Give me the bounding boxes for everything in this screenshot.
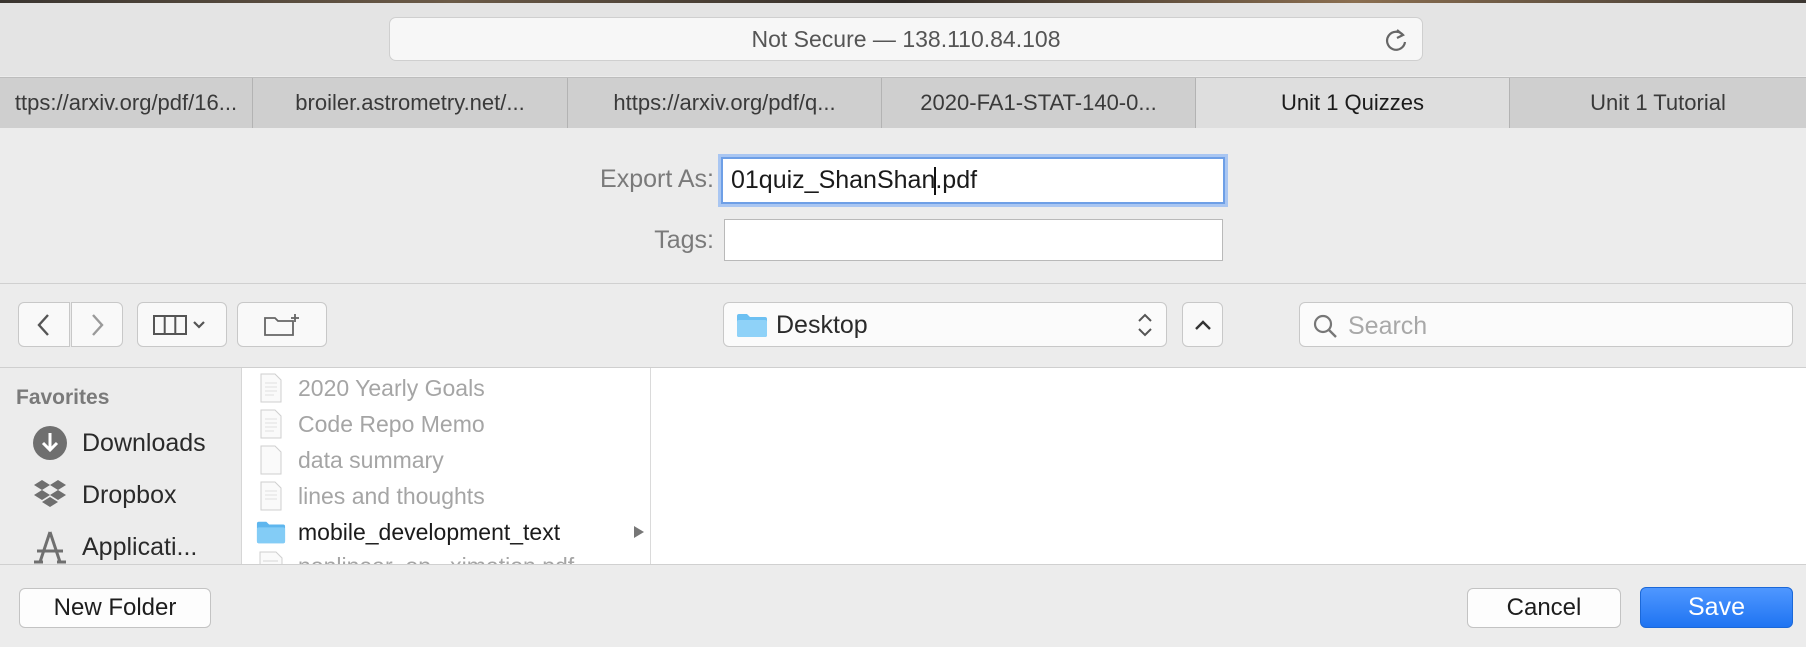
view-mode-button[interactable] <box>137 302 227 347</box>
list-item-folder[interactable]: mobile_development_text <box>256 514 646 550</box>
list-item[interactable]: data summary <box>256 442 444 478</box>
chevron-right-icon <box>92 313 104 336</box>
list-item[interactable]: Code Repo Memo <box>256 406 485 442</box>
disclosure-triangle-icon <box>634 526 644 538</box>
sidebar: Favorites Downloads Dropbox Applicati... <box>0 368 242 564</box>
location-label: Desktop <box>776 311 868 339</box>
tab-astrometry[interactable]: broiler.astrometry.net/... <box>253 78 568 128</box>
tab-label: broiler.astrometry.net/... <box>295 90 525 115</box>
back-button[interactable] <box>18 302 70 347</box>
file-column: 2020 Yearly Goals Code Repo Memo data su… <box>242 368 651 564</box>
file-name: lines and thoughts <box>298 482 485 509</box>
search-input[interactable] <box>1346 309 1780 343</box>
tab-label: https://arxiv.org/pdf/q... <box>613 90 836 115</box>
tab-label: 2020-FA1-STAT-140-0... <box>920 90 1157 115</box>
address-bar-text: Not Secure — 138.110.84.108 <box>751 25 1061 52</box>
sidebar-item-applications[interactable]: Applicati... <box>30 527 197 567</box>
pdf-icon <box>256 550 286 564</box>
tab-arxiv-1[interactable]: ttps://arxiv.org/pdf/16... <box>0 78 253 128</box>
search-field[interactable] <box>1299 302 1793 347</box>
forward-button[interactable] <box>71 302 123 347</box>
sidebar-item-label: Downloads <box>82 428 206 457</box>
tags-field[interactable] <box>724 219 1223 261</box>
tab-label: ttps://arxiv.org/pdf/16... <box>14 90 238 115</box>
filename-text-start: 01quiz_ShanShan <box>731 166 936 194</box>
tab-unit1-tutorial[interactable]: Unit 1 Tutorial <box>1510 78 1806 128</box>
favorites-heading: Favorites <box>16 386 110 409</box>
sidebar-item-downloads[interactable]: Downloads <box>30 423 206 463</box>
save-button[interactable]: Save <box>1640 587 1793 628</box>
document-icon <box>256 444 286 476</box>
tab-bar: ttps://arxiv.org/pdf/16... broiler.astro… <box>0 77 1806 129</box>
folder-icon <box>737 314 767 337</box>
file-name: data summary <box>298 446 444 473</box>
up-down-chevron-icon <box>1138 313 1152 337</box>
file-name: 2020 Yearly Goals <box>298 374 485 401</box>
applications-icon <box>30 527 70 567</box>
export-as-label: Export As: <box>600 165 714 193</box>
tab-unit1-quizzes[interactable]: Unit 1 Quizzes <box>1196 78 1510 128</box>
new-folder-button[interactable]: New Folder <box>19 588 211 628</box>
folder-icon <box>256 516 286 548</box>
sidebar-item-label: Applicati... <box>82 532 198 561</box>
columns-view-icon <box>153 314 205 335</box>
tab-stat-140[interactable]: 2020-FA1-STAT-140-0... <box>882 78 1196 128</box>
dropbox-icon <box>30 475 70 515</box>
file-name: Code Repo Memo <box>298 410 485 437</box>
chevron-left-icon <box>37 313 49 336</box>
sidebar-item-label: Dropbox <box>82 480 177 509</box>
sidebar-item-dropbox[interactable]: Dropbox <box>30 475 177 515</box>
document-icon <box>256 372 286 404</box>
location-popup[interactable]: Desktop <box>723 302 1167 347</box>
filename-text-end: .pdf <box>935 166 978 194</box>
list-item[interactable]: lines and thoughts <box>256 478 485 514</box>
expand-collapse-button[interactable] <box>1182 302 1223 347</box>
file-name: nonlinear_op...ximation.pdf <box>298 553 574 565</box>
tags-label: Tags: <box>654 226 714 254</box>
list-item[interactable]: nonlinear_op...ximation.pdf <box>256 548 574 564</box>
filename-field[interactable]: 01quiz_ShanShan .pdf <box>721 157 1225 204</box>
document-icon <box>256 408 286 440</box>
download-icon <box>30 423 70 463</box>
address-bar[interactable]: Not Secure — 138.110.84.108 <box>389 17 1423 61</box>
list-item[interactable]: 2020 Yearly Goals <box>256 370 485 406</box>
cancel-button[interactable]: Cancel <box>1467 588 1621 628</box>
search-icon <box>1313 314 1337 338</box>
reload-icon[interactable] <box>1382 26 1410 54</box>
file-name: mobile_development_text <box>298 518 561 545</box>
document-icon <box>256 480 286 512</box>
new-folder-icon <box>264 313 299 336</box>
tab-label: Unit 1 Quizzes <box>1280 90 1425 115</box>
new-folder-toolbar-button[interactable] <box>237 302 327 347</box>
file-browser: Favorites Downloads Dropbox Applicati... <box>0 367 1806 564</box>
tab-arxiv-2[interactable]: https://arxiv.org/pdf/q... <box>568 78 882 128</box>
chevron-up-icon <box>1194 319 1211 330</box>
tab-label: Unit 1 Tutorial <box>1590 90 1726 115</box>
